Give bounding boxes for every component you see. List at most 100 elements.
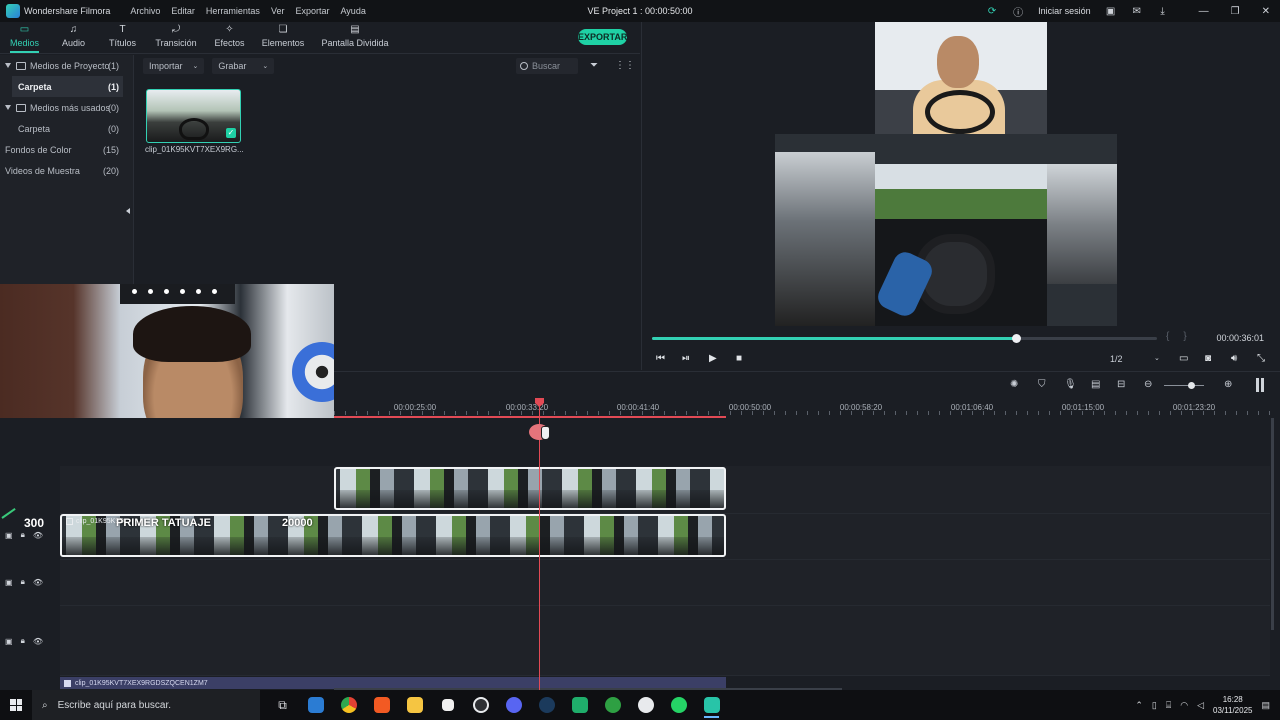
- sync-icon[interactable]: ⟳: [986, 5, 998, 17]
- menu-exportar[interactable]: Exportar: [295, 6, 329, 16]
- search-input[interactable]: Buscar: [516, 58, 578, 74]
- tab-transicion[interactable]: ⤾ Transición: [147, 24, 205, 53]
- menu-archivo[interactable]: Archivo: [130, 6, 160, 16]
- maximize-icon[interactable]: ❐: [1231, 6, 1240, 17]
- chevron-up-icon[interactable]: ⌃: [1135, 700, 1143, 711]
- tab-audio[interactable]: ♫ Audio: [49, 24, 98, 53]
- close-icon[interactable]: ✕: [1262, 6, 1270, 17]
- whatsapp-app-icon[interactable]: [662, 690, 695, 720]
- mark-in-out-icon[interactable]: {}: [1166, 331, 1201, 342]
- tab-pantalla-dividida[interactable]: ▤ Pantalla Dividida: [312, 24, 398, 53]
- export-button[interactable]: EXPORTAR: [578, 29, 627, 45]
- filter-icon[interactable]: ⏷: [590, 60, 598, 71]
- menu-herramientas[interactable]: Herramientas: [206, 6, 260, 16]
- lock-icon[interactable]: 🔒︎: [21, 577, 25, 587]
- tree-item-carpeta[interactable]: Carpeta (0): [0, 118, 133, 139]
- eye-icon[interactable]: 👁︎: [33, 578, 43, 587]
- track-type-icon[interactable]: ▣: [5, 531, 13, 540]
- tab-titulos[interactable]: T Títulos: [98, 24, 147, 53]
- brave-app-icon[interactable]: [365, 690, 398, 720]
- pause-icon[interactable]: [1256, 378, 1264, 392]
- prev-frame-icon[interactable]: ⏮: [656, 353, 665, 364]
- grid-view-icon[interactable]: ⋮⋮: [615, 60, 635, 71]
- eye-icon[interactable]: 👁︎: [33, 531, 43, 540]
- taskbar-clock[interactable]: 16:28 03/11/2025: [1213, 694, 1252, 716]
- filmora-app-icon[interactable]: [695, 690, 728, 720]
- collapse-panel-icon[interactable]: [126, 208, 130, 214]
- discord-app-icon[interactable]: [497, 690, 530, 720]
- settings-app-icon[interactable]: [629, 690, 662, 720]
- snap-icon[interactable]: ⊟: [1117, 379, 1125, 390]
- volume-icon[interactable]: 🔊︎: [1231, 353, 1237, 364]
- play-icon[interactable]: ▶: [709, 353, 717, 364]
- tree-item-videos-muestra[interactable]: Videos de Muestra (20): [0, 160, 133, 181]
- progress-knob[interactable]: [1011, 334, 1021, 343]
- timeline-vertical-scrollbar[interactable]: [1271, 418, 1274, 630]
- track-type-icon[interactable]: ▣: [5, 637, 13, 646]
- video-clip-main[interactable]: clip_01K95K9D PRIMER TATUAJE 20000: [60, 514, 726, 557]
- tree-item-fondos-color[interactable]: Fondos de Color (15): [0, 139, 133, 160]
- start-button[interactable]: [0, 690, 32, 720]
- store-app-icon[interactable]: [299, 690, 332, 720]
- task-view-icon[interactable]: ⧉: [266, 690, 299, 720]
- microphone-icon[interactable]: 🎙︎: [1064, 379, 1077, 390]
- zoom-slider-knob[interactable]: [1188, 382, 1195, 389]
- login-link[interactable]: Iniciar sesión: [1038, 6, 1091, 16]
- tab-medios[interactable]: ▭ Medios: [0, 24, 49, 53]
- timeline-ruler[interactable]: 00:00:25:00 00:00:33:20 00:00:41:40 00:0…: [334, 397, 1280, 417]
- record-dropdown[interactable]: Grabar ⌄: [212, 58, 275, 74]
- tree-item-medios-proyecto[interactable]: Medios de Proyecto (1): [0, 55, 133, 76]
- preview-progress-bar[interactable]: [652, 334, 1157, 343]
- preview-video[interactable]: [775, 22, 1117, 326]
- import-dropdown[interactable]: Importar ⌄: [143, 58, 205, 74]
- media-app-icon[interactable]: [563, 690, 596, 720]
- chrome-app-icon[interactable]: [332, 690, 365, 720]
- lock-icon[interactable]: 🔒︎: [21, 636, 25, 646]
- chevron-down-icon[interactable]: ⌄: [1154, 354, 1160, 362]
- track-type-icon[interactable]: ▣: [5, 578, 13, 587]
- obs-app-icon[interactable]: [464, 690, 497, 720]
- audio-mixer-icon[interactable]: ▤: [1091, 379, 1100, 390]
- expand-triangle-icon[interactable]: [5, 105, 11, 110]
- marker-icon[interactable]: ⛉: [1038, 379, 1046, 390]
- download-icon[interactable]: ⤓: [1157, 5, 1169, 17]
- notification-icon[interactable]: ▤: [1261, 700, 1270, 711]
- speaker-icon[interactable]: ◁: [1197, 700, 1204, 711]
- zoom-slider[interactable]: [1164, 385, 1204, 386]
- steam-app-icon[interactable]: [530, 690, 563, 720]
- info-icon[interactable]: ⓘ: [1012, 5, 1024, 19]
- tab-efectos[interactable]: ✧ Efectos: [205, 24, 254, 53]
- zoom-in-icon[interactable]: ⊕: [1224, 379, 1232, 390]
- expand-triangle-icon[interactable]: [5, 63, 11, 68]
- taskbar-search[interactable]: ⌕ Escribe aquí para buscar.: [32, 690, 260, 720]
- zoom-out-icon[interactable]: ⊖: [1144, 379, 1152, 390]
- snapshot-icon[interactable]: ◙: [1205, 353, 1211, 364]
- xbox-app-icon[interactable]: [596, 690, 629, 720]
- minimize-icon[interactable]: —: [1199, 6, 1209, 17]
- capcut-app-icon[interactable]: [431, 690, 464, 720]
- playhead-line[interactable]: [539, 400, 540, 690]
- file-explorer-icon[interactable]: [398, 690, 431, 720]
- menu-ayuda[interactable]: Ayuda: [340, 6, 365, 16]
- menu-editar[interactable]: Editar: [171, 6, 195, 16]
- tab-elementos[interactable]: ❏ Elementos: [254, 24, 312, 53]
- menu-ver[interactable]: Ver: [271, 6, 285, 16]
- media-thumbnail[interactable]: ✓: [146, 89, 241, 143]
- lock-icon[interactable]: 🔒︎: [21, 530, 25, 540]
- display-icon[interactable]: ▭: [1179, 353, 1188, 364]
- network-icon[interactable]: ⌸: [1166, 700, 1171, 711]
- mail-icon[interactable]: ✉: [1131, 5, 1143, 17]
- tree-item-medios-mas-usados[interactable]: Medios más usados (0): [0, 97, 133, 118]
- wifi-icon[interactable]: ◠: [1180, 700, 1188, 711]
- render-icon[interactable]: ✺: [1010, 379, 1018, 390]
- battery-icon[interactable]: ▯: [1152, 700, 1157, 711]
- play-frame-icon[interactable]: ⏯: [682, 353, 690, 364]
- video-clip-upper[interactable]: [334, 467, 726, 510]
- track-header-2: ▣ 🔒︎ 👁︎: [0, 577, 58, 587]
- tree-item-carpeta-selected[interactable]: Carpeta (1): [12, 76, 123, 97]
- save-icon[interactable]: ▣: [1105, 5, 1117, 17]
- fullscreen-icon[interactable]: ⤡: [1257, 353, 1265, 364]
- playback-ratio[interactable]: 1/2: [1110, 354, 1123, 364]
- eye-icon[interactable]: 👁︎: [33, 637, 43, 646]
- stop-icon[interactable]: ■: [736, 353, 742, 364]
